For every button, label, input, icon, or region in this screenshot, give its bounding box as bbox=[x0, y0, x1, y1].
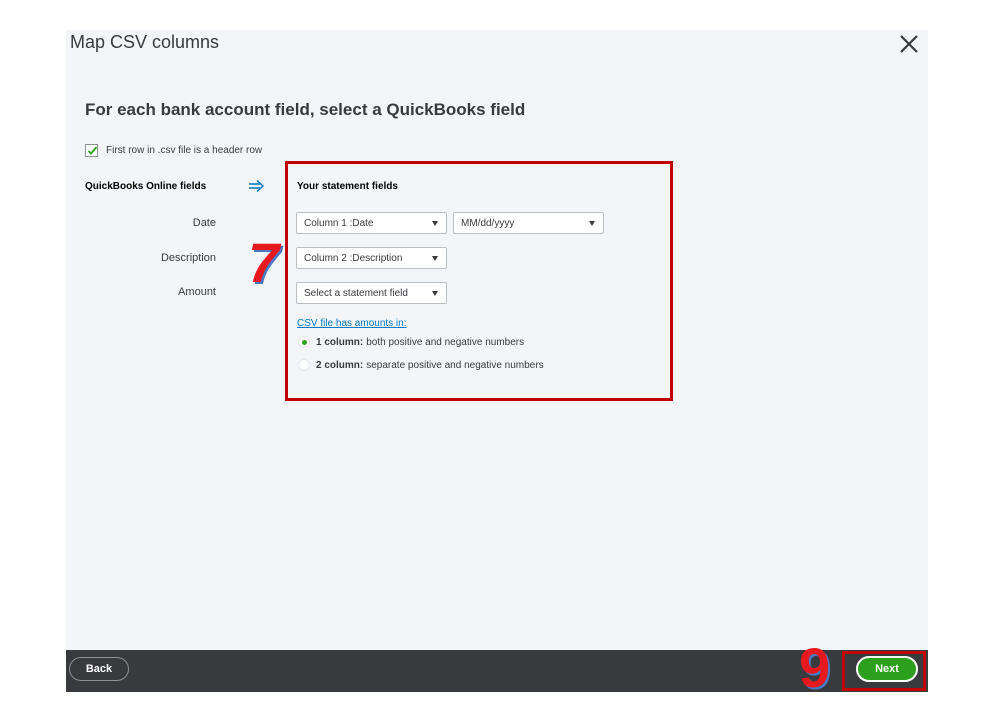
header-row-checkbox[interactable] bbox=[85, 144, 98, 157]
header-row-label: First row in .csv file is a header row bbox=[106, 145, 263, 156]
page-heading: For each bank account field, select a Qu… bbox=[85, 100, 526, 119]
step-nine-annotation: 9 bbox=[799, 636, 831, 699]
next-button[interactable]: Next bbox=[856, 656, 918, 682]
dialog-title: Map CSV columns bbox=[70, 32, 220, 52]
qbo-field-amount: Amount bbox=[178, 286, 216, 298]
right-arrow-icon bbox=[248, 179, 266, 198]
qbo-field-date: Date bbox=[192, 217, 216, 229]
qbo-field-description: Description bbox=[160, 252, 216, 264]
checkmark-icon bbox=[87, 146, 98, 155]
statement-fields-highlight bbox=[285, 161, 673, 401]
header-row-option: First row in .csv file is a header row bbox=[85, 144, 262, 157]
map-csv-dialog: Map CSV columns For each bank account fi… bbox=[66, 30, 928, 650]
step-seven-annotation: 7 bbox=[248, 231, 280, 294]
qbo-fields-heading: QuickBooks Online fields bbox=[85, 181, 207, 192]
back-button[interactable]: Back bbox=[69, 657, 129, 681]
close-icon[interactable] bbox=[898, 33, 920, 55]
